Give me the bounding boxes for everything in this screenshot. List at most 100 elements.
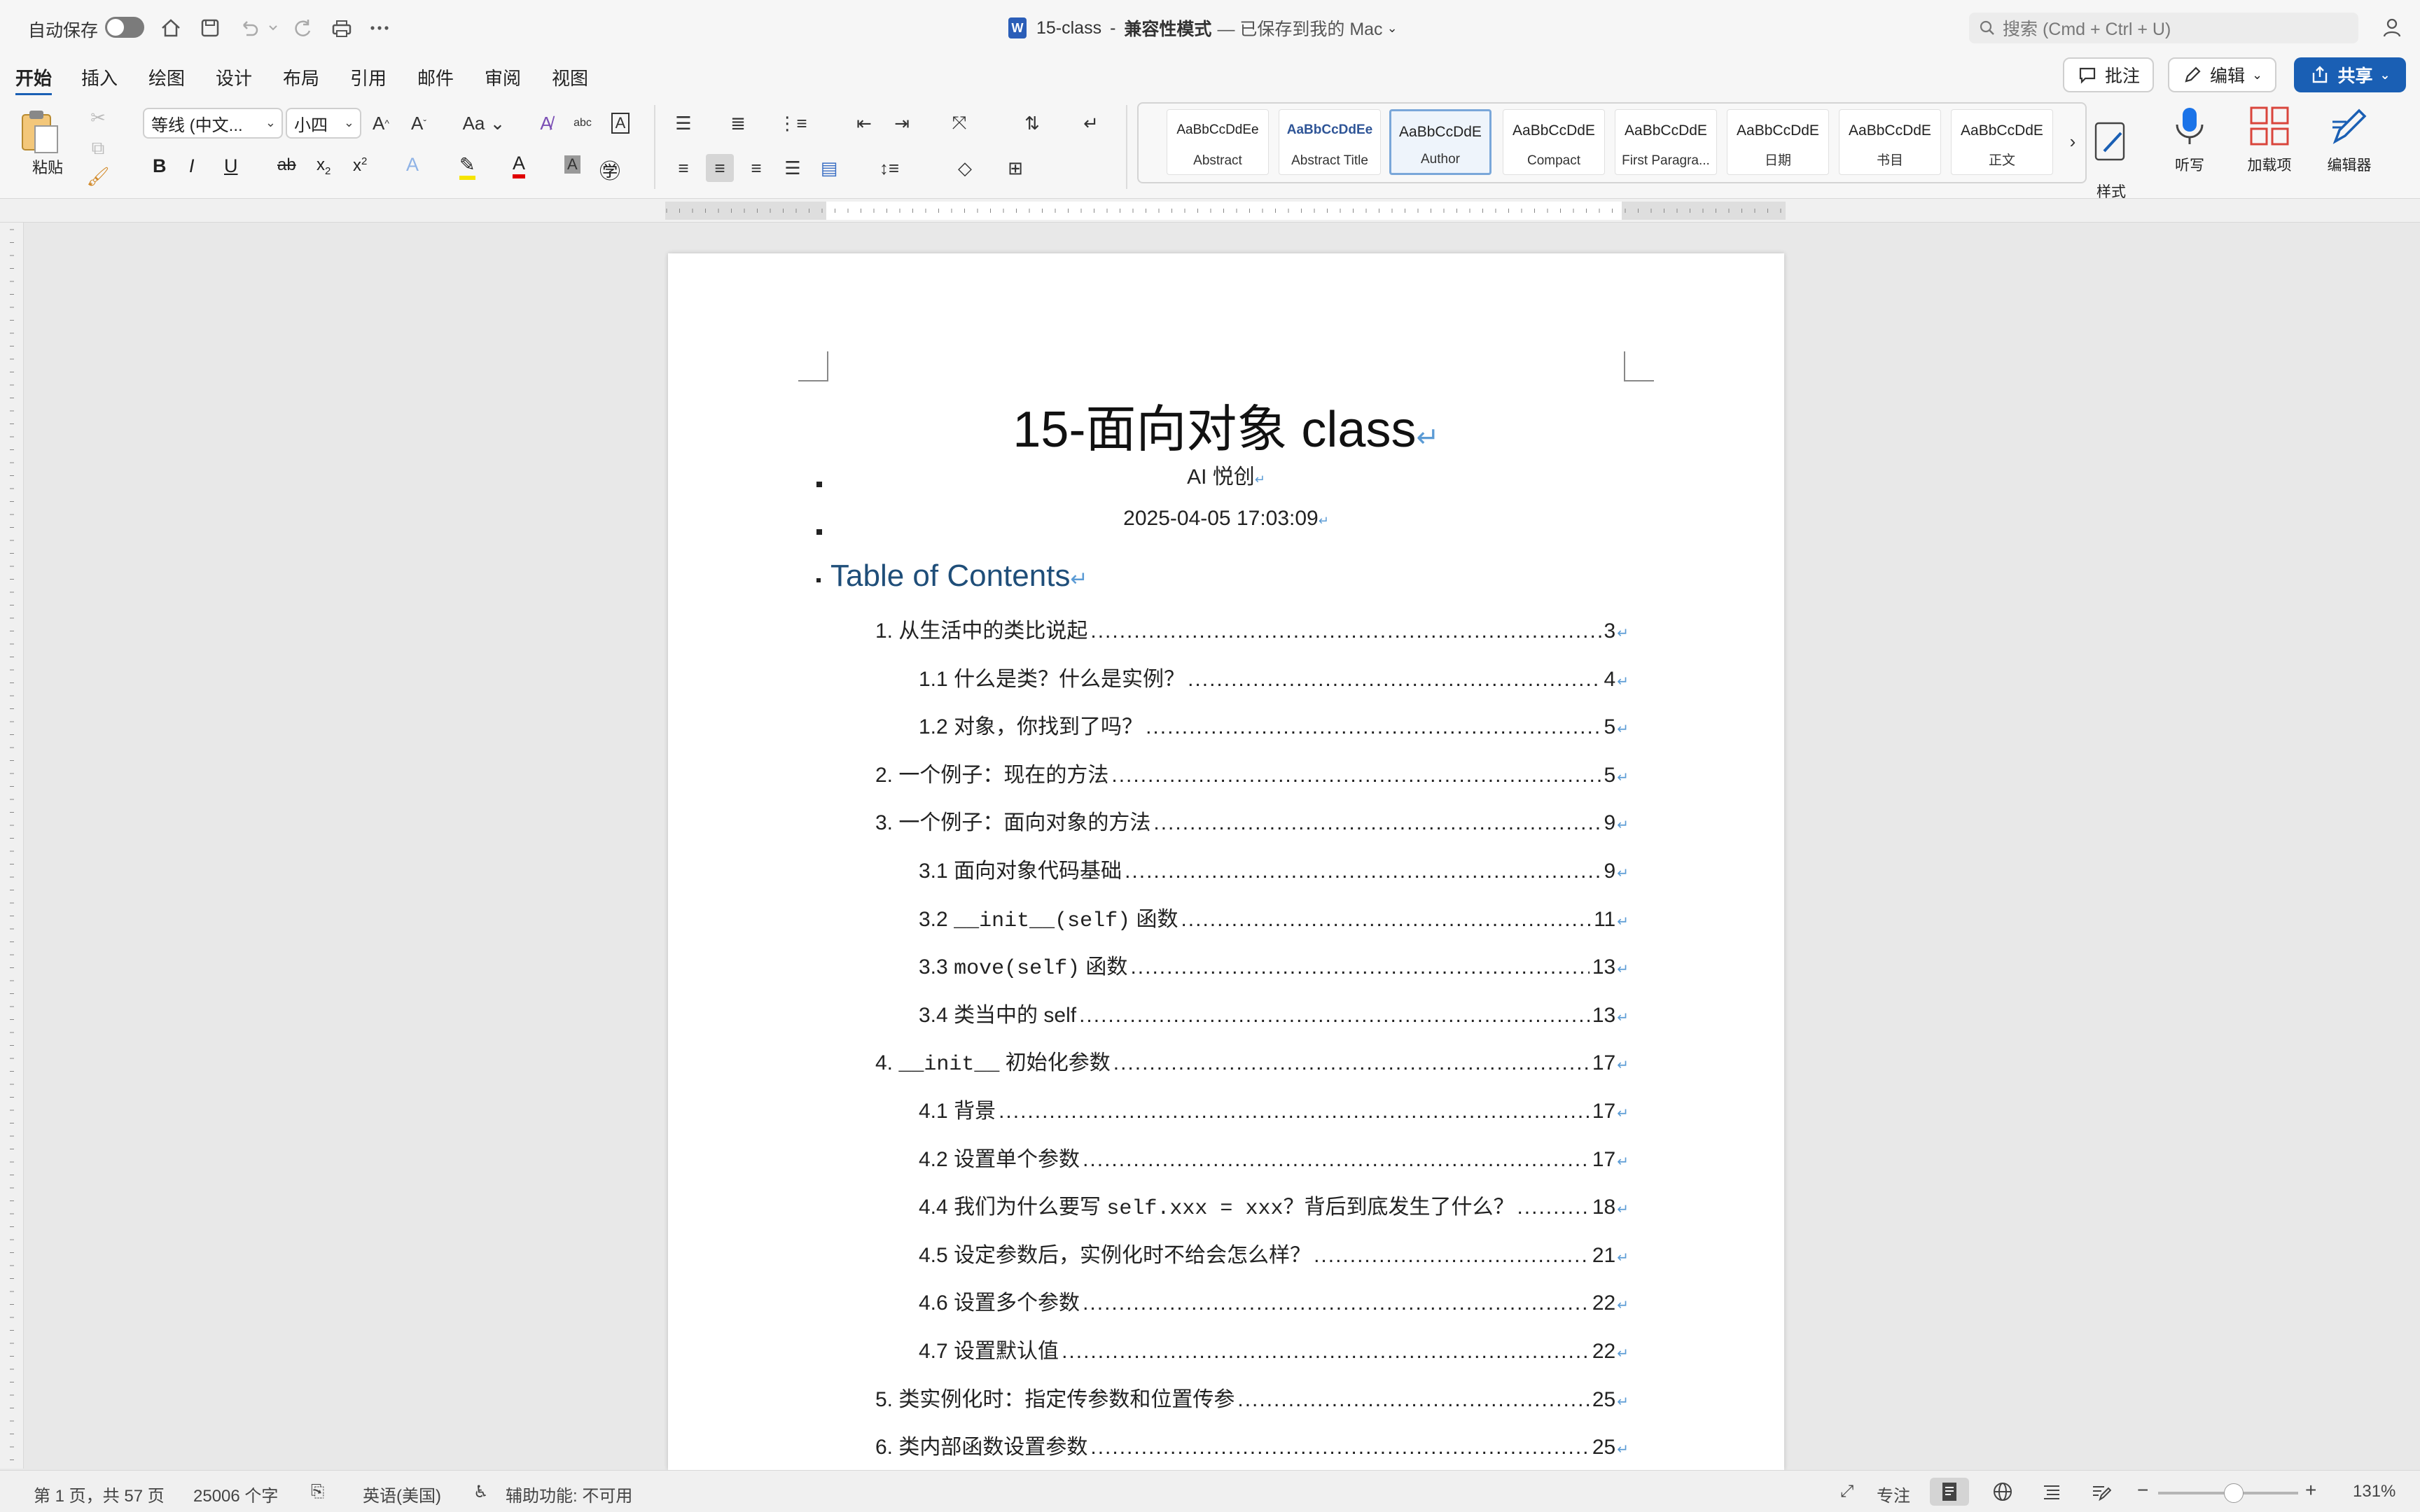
more-icon[interactable] xyxy=(366,14,394,42)
document-title-heading[interactable]: 15-面向对象 class↵ xyxy=(668,388,1784,461)
enclose-char-button[interactable]: ㊫ xyxy=(599,154,620,185)
superscript-button[interactable]: x2 xyxy=(353,155,367,176)
editing-mode-button[interactable]: 编辑 ⌄ xyxy=(2168,57,2277,92)
char-border-icon[interactable]: A xyxy=(606,109,634,137)
style-compact[interactable]: AaBbCcDdE Compact xyxy=(1503,109,1605,175)
font-size-select[interactable]: 小四 ⌄ xyxy=(286,108,361,139)
font-name-select[interactable]: 等线 (中文... ⌄ xyxy=(143,108,283,139)
toc-entry[interactable]: 3.2 __init__(self) 函数 11↵ xyxy=(919,902,1629,933)
zoom-in-button[interactable]: + xyxy=(2305,1479,2316,1502)
document-page[interactable]: 15-面向对象 class↵ AI 悦创↵ 2025-04-05 17:03:0… xyxy=(668,253,1784,1470)
print-layout-view-button[interactable] xyxy=(1930,1478,1969,1506)
font-color-button[interactable]: A xyxy=(513,153,526,178)
document-title[interactable]: W 15-class - 兼容性模式 — 已保存到我的 Mac ⌄ xyxy=(1008,15,1442,41)
justify-icon[interactable]: ☰ xyxy=(779,154,807,182)
undo-icon[interactable] xyxy=(235,14,263,42)
toc-entry[interactable]: 4.5 设定参数后，实例化时不给会怎么样？ 21↵ xyxy=(919,1238,1629,1267)
toc-entry[interactable]: 3. 一个例子：面向对象的方法 9↵ xyxy=(875,805,1629,834)
word-count[interactable]: 25006 个字 xyxy=(193,1482,278,1506)
zoom-level[interactable]: 131% xyxy=(2353,1482,2395,1502)
zoom-slider-thumb[interactable] xyxy=(2224,1483,2244,1503)
save-icon[interactable] xyxy=(196,14,224,42)
strikethrough-button[interactable]: ab xyxy=(277,155,296,175)
accessibility-icon[interactable]: ♿ xyxy=(473,1482,489,1502)
toc-entry[interactable]: 5. 类实例化时：指定传参数和位置传参 25↵ xyxy=(875,1382,1629,1411)
phonetic-icon[interactable]: abc xyxy=(569,109,597,137)
tab-home[interactable]: 开始 xyxy=(15,62,53,97)
tab-draw[interactable]: 绘图 xyxy=(148,62,185,93)
tab-view[interactable]: 视图 xyxy=(552,62,588,93)
editor-button[interactable]: 编辑器 xyxy=(2311,104,2388,175)
align-right-icon[interactable]: ≡ xyxy=(742,154,770,182)
cut-icon[interactable]: ✂ xyxy=(84,104,112,132)
redo-icon[interactable] xyxy=(288,14,317,42)
toc-entry[interactable]: 2. 一个例子：现在的方法 5↵ xyxy=(875,757,1629,787)
web-layout-view-button[interactable] xyxy=(1983,1478,2022,1506)
toc-entry[interactable]: 6. 类内部函数设置参数 25↵ xyxy=(875,1429,1629,1459)
vertical-ruler[interactable] xyxy=(0,223,24,1469)
line-spacing-icon[interactable]: ↕≡ xyxy=(875,154,903,182)
draft-view-button[interactable] xyxy=(2081,1478,2120,1506)
bold-button[interactable]: B xyxy=(153,155,167,177)
format-painter-icon[interactable]: 🖌 xyxy=(84,162,112,190)
change-case-icon[interactable]: Aa ⌄ xyxy=(459,109,508,137)
copy-icon[interactable]: ⧉ xyxy=(84,134,112,162)
numbering-icon[interactable]: ≣ xyxy=(724,109,752,137)
outline-view-button[interactable] xyxy=(2032,1478,2071,1506)
print-icon[interactable] xyxy=(328,14,356,42)
account-icon[interactable] xyxy=(2378,14,2406,42)
style-date[interactable]: AaBbCcDdE 日期 xyxy=(1727,109,1829,175)
style-normal[interactable]: AaBbCcDdE 正文 xyxy=(1951,109,2053,175)
document-date[interactable]: 2025-04-05 17:03:09↵ xyxy=(668,507,1784,531)
increase-indent-icon[interactable]: ⇥ xyxy=(888,109,916,137)
asian-layout-icon[interactable]: ⤧ xyxy=(945,109,973,137)
addins-button[interactable]: 加载项 xyxy=(2231,104,2308,175)
undo-dropdown-icon[interactable] xyxy=(266,14,280,42)
toc-entry[interactable]: 4. __init__ 初始化参数 17↵ xyxy=(875,1045,1629,1077)
italic-button[interactable]: I xyxy=(189,155,195,177)
toc-entry[interactable]: 1.1 什么是类？什么是实例？ 4↵ xyxy=(919,662,1629,691)
shading-icon[interactable]: ◇ xyxy=(951,154,979,182)
focus-icon[interactable]: ⤢ xyxy=(1840,1482,1854,1502)
shrink-font-icon[interactable]: Aˇ xyxy=(405,109,433,137)
style-author[interactable]: AaBbCcDdE Author xyxy=(1389,109,1491,175)
toc-entry[interactable]: 4.6 设置多个参数 22↵ xyxy=(919,1285,1629,1315)
toc-heading[interactable]: Table of Contents↵ xyxy=(830,559,1088,594)
style-bibliography[interactable]: AaBbCcDdE 书目 xyxy=(1839,109,1941,175)
toc-entry[interactable]: 3.4 类当中的 self 13↵ xyxy=(919,997,1629,1027)
toc-entry[interactable]: 3.1 面向对象代码基础 9↵ xyxy=(919,853,1629,883)
toc-entry[interactable]: 3.3 move(self) 函数 13↵ xyxy=(919,949,1629,981)
dictate-button[interactable]: 听写 xyxy=(2151,104,2228,175)
proofing-icon[interactable]: ⎘ xyxy=(311,1482,324,1502)
text-effects-button[interactable]: A xyxy=(406,154,419,176)
toc-entry[interactable]: 4.1 背景 17↵ xyxy=(919,1093,1629,1123)
tab-layout[interactable]: 布局 xyxy=(283,62,319,93)
distributed-icon[interactable]: ▤ xyxy=(815,154,843,182)
toc-entry[interactable]: 4.2 设置单个参数 17↵ xyxy=(919,1142,1629,1171)
borders-icon[interactable]: ⊞ xyxy=(1001,154,1029,182)
tab-review[interactable]: 审阅 xyxy=(485,62,521,93)
tab-mailings[interactable]: 邮件 xyxy=(417,62,454,93)
toc-entry[interactable]: 1.2 对象，你找到了吗？ 5↵ xyxy=(919,709,1629,738)
style-abstract[interactable]: AaBbCcDdEe Abstract xyxy=(1167,109,1269,175)
tab-references[interactable]: 引用 xyxy=(350,62,387,93)
toc-entry[interactable]: 4.4 我们为什么要写 self.xxx = xxx？背后到底发生了什么？ 18↵ xyxy=(919,1189,1629,1221)
comments-button[interactable]: 批注 xyxy=(2063,57,2155,92)
home-icon[interactable] xyxy=(157,14,185,42)
multilevel-list-icon[interactable]: ⋮≡ xyxy=(778,109,807,137)
style-abstract-title[interactable]: AaBbCcDdEe Abstract Title xyxy=(1279,109,1381,175)
show-marks-icon[interactable]: ↵ xyxy=(1077,109,1105,137)
grow-font-icon[interactable]: A ^ xyxy=(367,109,395,137)
zoom-out-button[interactable]: − xyxy=(2137,1479,2148,1502)
decrease-indent-icon[interactable]: ⇤ xyxy=(850,109,878,137)
search-input[interactable]: 搜索 (Cmd + Ctrl + U) xyxy=(1969,13,2358,43)
accessibility-status[interactable]: 辅助功能: 不可用 xyxy=(506,1482,632,1506)
underline-button[interactable]: U xyxy=(224,155,238,177)
align-left-icon[interactable]: ≡ xyxy=(669,154,697,182)
horizontal-ruler[interactable] xyxy=(0,199,2420,223)
autosave-toggle[interactable] xyxy=(105,17,144,38)
highlight-button[interactable]: ✎ xyxy=(459,154,475,180)
share-button[interactable]: 共享 ⌄ xyxy=(2294,57,2406,92)
toc-entry[interactable]: 1. 从生活中的类比说起 3↵ xyxy=(875,613,1629,643)
focus-label[interactable]: 专注 xyxy=(1877,1482,1910,1506)
